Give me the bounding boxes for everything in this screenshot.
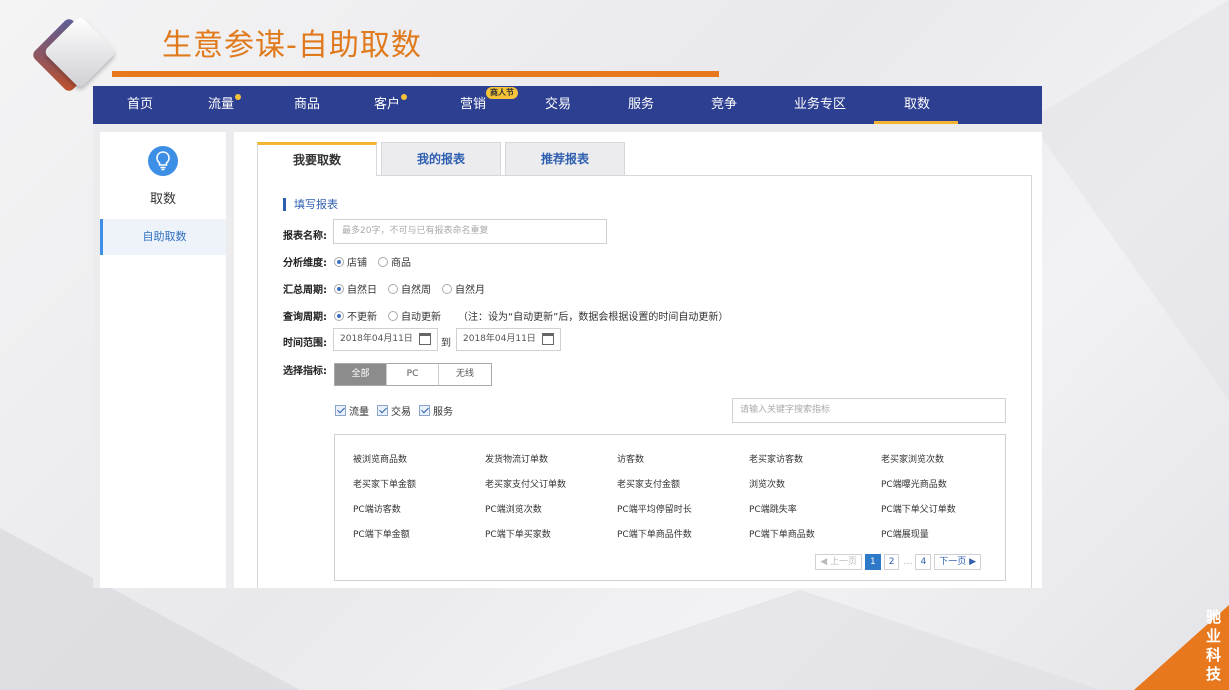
radio-no-update[interactable] xyxy=(334,310,344,321)
start-date-picker[interactable]: 2018年04月11日 xyxy=(333,328,438,351)
radio-natural-week[interactable] xyxy=(388,283,398,294)
calendar-icon xyxy=(419,333,431,345)
section-title: 填写报表 xyxy=(283,198,338,211)
nav-item-products[interactable]: 商品 xyxy=(294,86,320,124)
dimension-options: 店铺 商品 xyxy=(334,254,422,269)
page-button-2[interactable]: 2 xyxy=(883,554,900,570)
background-facet xyxy=(500,590,1100,690)
segment-wireless[interactable]: 无线 xyxy=(439,364,491,385)
nav-item-data-fetch[interactable]: 取数 xyxy=(873,86,959,124)
auto-update-note: （注：设为“自动更新”后，数据会根据设置的时间自动更新） xyxy=(458,312,729,323)
tab-fetch[interactable]: 我要取数 xyxy=(257,142,377,176)
calendar-icon xyxy=(542,333,554,345)
notification-dot-icon xyxy=(235,94,242,100)
metric-item[interactable]: PC端下单父订单数 xyxy=(881,502,956,515)
slide-title: 生意参谋-自助取数 xyxy=(162,28,422,63)
app-screenshot: 首页 流量 商品 客户 营销 商人节 交易 服务 竞争 业务专区 取数 取数 自助… xyxy=(93,86,1042,588)
query-period-label: 查询周期: xyxy=(283,312,327,323)
radio-natural-day[interactable] xyxy=(334,283,344,294)
radio-natural-month[interactable] xyxy=(442,283,452,294)
metric-item[interactable]: 老买家支付金额 xyxy=(617,477,680,490)
metric-select-label: 选择指标: xyxy=(283,366,327,377)
top-nav: 首页 流量 商品 客户 营销 商人节 交易 服务 竞争 业务专区 取数 xyxy=(93,86,1042,124)
radio-auto-update[interactable] xyxy=(388,310,398,321)
segment-pc[interactable]: PC xyxy=(387,364,439,385)
date-separator: 到 xyxy=(441,338,451,349)
metric-item[interactable]: 浏览次数 xyxy=(749,477,785,490)
report-name-input[interactable]: 最多20字，不可与已有报表命名重复 xyxy=(333,219,607,244)
promo-badge: 商人节 xyxy=(486,87,518,99)
radio-shop[interactable] xyxy=(334,256,344,267)
metric-item[interactable]: 老买家下单金额 xyxy=(353,477,416,490)
tab-my-reports[interactable]: 我的报表 xyxy=(381,142,501,176)
query-period-options: 不更新 自动更新 （注：设为“自动更新”后，数据会根据设置的时间自动更新） xyxy=(334,308,728,323)
page-button-1[interactable]: 1 xyxy=(865,554,881,570)
checkbox-trade[interactable] xyxy=(377,405,388,416)
report-form-panel: 填写报表 报表名称: 最多20字，不可与已有报表命名重复 分析维度: 店铺 商品… xyxy=(257,175,1032,588)
metrics-grid: 被浏览商品数 发货物流订单数 访客数 老买家访客数 老买家浏览次数 老买家下单金… xyxy=(334,434,1006,581)
metric-platform-segment: 全部 PC 无线 xyxy=(334,363,492,386)
main-content: 我要取数 我的报表 推荐报表 填写报表 报表名称: 最多20字，不可与已有报表命… xyxy=(234,132,1042,588)
metric-item[interactable]: 发货物流订单数 xyxy=(485,452,548,465)
metric-item[interactable]: 老买家支付父订单数 xyxy=(485,477,566,490)
checkbox-traffic[interactable] xyxy=(335,405,346,416)
segment-all[interactable]: 全部 xyxy=(335,364,387,385)
pagination-ellipsis: … xyxy=(903,557,913,567)
end-date-picker[interactable]: 2018年04月11日 xyxy=(456,328,561,351)
title-underline xyxy=(112,71,719,77)
sidebar-item-self-fetch[interactable]: 自助取数 xyxy=(100,219,226,255)
dimension-label: 分析维度: xyxy=(283,258,327,269)
metric-item[interactable]: 被浏览商品数 xyxy=(353,452,407,465)
metric-item[interactable]: PC端跳失率 xyxy=(749,502,797,515)
sidebar: 取数 自助取数 xyxy=(100,132,226,588)
nav-item-customers[interactable]: 客户 xyxy=(374,86,408,124)
metric-item[interactable]: PC端平均停留时长 xyxy=(617,502,692,515)
tab-recommended-reports[interactable]: 推荐报表 xyxy=(505,142,625,176)
page-button-last[interactable]: 4 xyxy=(915,554,932,570)
nav-item-traffic[interactable]: 流量 xyxy=(208,86,242,124)
metric-item[interactable]: PC端下单商品数 xyxy=(749,527,815,540)
prev-page-button[interactable]: ◀ 上一页 xyxy=(815,554,862,570)
pagination: ◀ 上一页 1 2 … 4 下一页 ▶ xyxy=(812,554,981,570)
metric-item[interactable]: PC端下单金额 xyxy=(353,527,410,540)
next-page-button[interactable]: 下一页 ▶ xyxy=(934,554,981,570)
notification-dot-icon xyxy=(401,94,408,100)
metric-item[interactable]: PC端下单商品件数 xyxy=(617,527,692,540)
metric-category-checkboxes: 流量 交易 服务 xyxy=(335,403,461,418)
nav-item-business-zone[interactable]: 业务专区 xyxy=(794,86,846,124)
background-facet xyxy=(1029,0,1229,400)
sidebar-title: 取数 xyxy=(149,192,176,207)
radio-product[interactable] xyxy=(378,256,388,267)
summary-period-options: 自然日 自然周 自然月 xyxy=(334,281,496,296)
metric-item[interactable]: 老买家访客数 xyxy=(749,452,803,465)
metric-item[interactable]: 老买家浏览次数 xyxy=(881,452,944,465)
metric-item[interactable]: PC端下单买家数 xyxy=(485,527,551,540)
nav-item-trade[interactable]: 交易 xyxy=(545,86,571,124)
nav-item-home[interactable]: 首页 xyxy=(127,86,153,124)
metric-search-input[interactable]: 请输入关键字搜索指标 xyxy=(732,398,1006,423)
metric-item[interactable]: PC端展现量 xyxy=(881,527,929,540)
brand-text: 驰 业 科 技 xyxy=(1205,608,1223,683)
nav-item-marketing[interactable]: 营销 商人节 xyxy=(460,86,518,124)
lightbulb-icon xyxy=(148,146,178,176)
metric-item[interactable]: 访客数 xyxy=(617,452,644,465)
nav-item-competition[interactable]: 竞争 xyxy=(711,86,737,124)
checkbox-service[interactable] xyxy=(419,405,430,416)
metric-item[interactable]: PC端浏览次数 xyxy=(485,502,542,515)
nav-item-service[interactable]: 服务 xyxy=(628,86,654,124)
summary-period-label: 汇总周期: xyxy=(283,285,327,296)
report-name-label: 报表名称: xyxy=(283,231,327,242)
metric-item[interactable]: PC端曝光商品数 xyxy=(881,477,947,490)
time-range-label: 时间范围: xyxy=(283,338,327,349)
metric-item[interactable]: PC端访客数 xyxy=(353,502,401,515)
